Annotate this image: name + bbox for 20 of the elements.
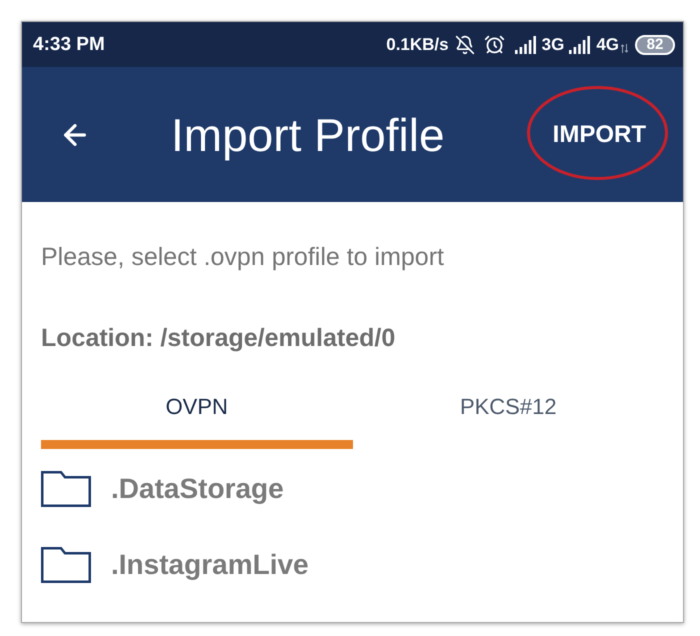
network-speed: 0.1KB/s (386, 36, 449, 53)
status-time: 4:33 PM (33, 35, 105, 54)
signal-icon (514, 36, 537, 54)
signal-icon (569, 36, 592, 54)
alarm-clock-icon (484, 34, 505, 55)
battery-indicator: 82 (635, 34, 675, 54)
instruction-text: Please, select .ovpn profile to import (41, 243, 445, 271)
folder-name: .InstagramLive (111, 551, 309, 579)
folder-row[interactable]: .DataStorage (41, 451, 664, 527)
folder-icon (41, 471, 91, 507)
data-arrows-icon (621, 44, 628, 53)
tab[interactable]: PKCS#12 (352, 386, 664, 449)
tab[interactable]: OVPN (41, 386, 352, 449)
network-type: 3G (542, 36, 564, 53)
network-type: 4G (596, 36, 619, 53)
location-path: Location: /storage/emulated/0 (41, 324, 396, 352)
folder-icon (41, 547, 91, 583)
folder-name: .DataStorage (111, 475, 284, 503)
bell-off-icon (454, 34, 475, 54)
folder-row[interactable]: .InstagramLive (41, 527, 664, 603)
